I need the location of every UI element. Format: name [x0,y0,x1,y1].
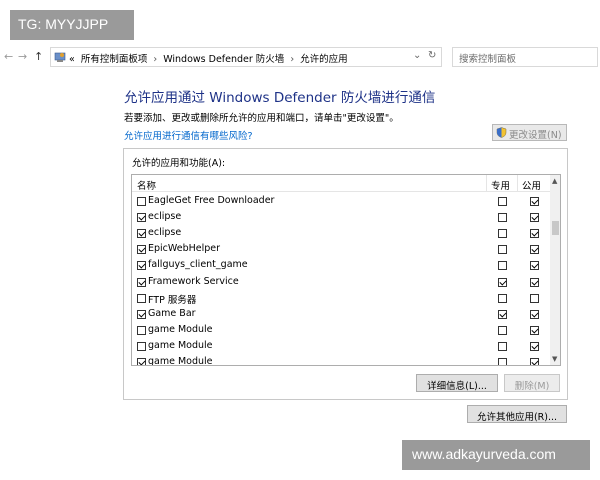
app-name: eclipse [148,211,182,223]
private-network-checkbox[interactable] [498,341,507,351]
search-input[interactable]: 搜索控制面板 [452,47,598,67]
breadcrumb-item-allowed-apps[interactable]: 允许的应用 [300,54,348,65]
remove-button[interactable]: 删除(M) [504,374,560,392]
page-description: 若要添加、更改或删除所允许的应用和端口，请单击"更改设置"。 [124,113,399,124]
change-settings-label: 更改设置(N) [509,130,562,141]
app-enabled-checkbox[interactable] [137,293,146,303]
public-network-checkbox[interactable] [530,197,539,206]
list-item[interactable]: fallguys_client_game [132,258,550,274]
uac-shield-icon [496,127,507,138]
breadcrumb[interactable]: « 所有控制面板项 › Windows Defender 防火墙 › 允许的应用 ⌄… [50,47,442,67]
app-name: EagleGet Free Downloader [148,195,275,206]
scrollbar-thumb[interactable] [552,221,559,235]
private-network-checkbox[interactable] [498,358,507,365]
allowed-apps-label: 允许的应用和功能(A): [132,158,226,169]
private-network-checkbox[interactable] [498,293,507,303]
public-network-checkbox[interactable] [530,245,539,255]
app-enabled-checkbox[interactable] [137,197,146,206]
address-bar: ← → ↑ « 所有控制面板项 › Windows Defender 防火墙 › 允… [0,46,600,70]
private-network-checkbox[interactable] [498,261,507,271]
public-network-checkbox[interactable] [530,325,539,335]
page-title: 允许应用通过 Windows Defender 防火墙进行通信 [124,90,436,106]
breadcrumb-item-control-panel[interactable]: 所有控制面板项 [81,54,148,65]
list-item[interactable]: EpicWebHelper [132,242,550,258]
column-header-public[interactable]: 公用 [522,178,541,192]
allow-other-app-button[interactable]: 允许其他应用(R)... [467,405,567,423]
list-item[interactable]: game Module [132,323,550,339]
list-item[interactable]: game Module [132,339,550,355]
up-arrow-icon[interactable]: ↑ [34,50,43,63]
control-panel-icon [54,52,66,62]
public-network-checkbox[interactable] [530,358,539,365]
list-header: 名称 专用 公用 [132,175,550,192]
back-arrow-icon[interactable]: ← [4,50,13,63]
app-name: FTP 服务器 [148,294,197,306]
column-header-name[interactable]: 名称 [137,178,156,192]
app-name: game Module [148,323,213,335]
private-network-checkbox[interactable] [498,229,507,239]
scroll-up-arrow-icon[interactable]: ▲ [552,177,557,185]
change-settings-button[interactable]: 更改设置(N) [492,124,567,141]
public-network-checkbox[interactable] [530,229,539,239]
app-name: fallguys_client_game [148,259,248,271]
app-name: eclipse [148,227,182,239]
app-enabled-checkbox[interactable] [137,309,146,319]
app-enabled-checkbox[interactable] [137,277,146,287]
list-item[interactable]: Game Bar [132,307,550,323]
app-name: Framework Service [148,275,239,287]
app-enabled-checkbox[interactable] [137,325,146,335]
app-name: EpicWebHelper [148,243,221,255]
app-enabled-checkbox[interactable] [137,341,146,351]
watermark-top-left: TG: MYYJJPP [10,10,134,40]
chevron-down-icon[interactable]: ⌄ [413,50,421,61]
public-network-checkbox[interactable] [530,293,539,303]
forward-arrow-icon[interactable]: → [18,50,27,63]
public-network-checkbox[interactable] [530,277,539,287]
app-name: game Module [148,356,213,366]
list-item[interactable]: EagleGet Free Downloader [132,194,550,210]
public-network-checkbox[interactable] [530,261,539,271]
app-enabled-checkbox[interactable] [137,229,146,239]
breadcrumb-overflow[interactable]: « [69,54,75,65]
private-network-checkbox[interactable] [498,325,507,335]
allowed-apps-panel: 允许的应用和功能(A): 名称 专用 公用 EagleGet Free Down… [123,148,568,400]
breadcrumb-item-firewall[interactable]: Windows Defender 防火墙 [163,54,284,65]
private-network-checkbox[interactable] [498,309,507,319]
app-enabled-checkbox[interactable] [137,261,146,271]
public-network-checkbox[interactable] [530,213,539,223]
private-network-checkbox[interactable] [498,197,507,206]
app-name: game Module [148,339,213,351]
app-name: Game Bar [148,307,196,319]
app-enabled-checkbox[interactable] [137,213,146,223]
private-network-checkbox[interactable] [498,245,507,255]
details-button[interactable]: 详细信息(L)... [416,374,498,392]
scroll-down-arrow-icon[interactable]: ▼ [552,355,557,363]
list-item[interactable]: Framework Service [132,275,550,291]
list-item[interactable]: game Module [132,355,550,366]
app-enabled-checkbox[interactable] [137,358,146,365]
list-item[interactable]: eclipse [132,210,550,226]
list-scrollbar[interactable]: ▲ ▼ [550,175,560,365]
refresh-icon[interactable]: ↻ [428,50,436,61]
watermark-bottom-right: www.adkayurveda.com [402,440,590,470]
private-network-checkbox[interactable] [498,213,507,223]
app-enabled-checkbox[interactable] [137,245,146,255]
public-network-checkbox[interactable] [530,341,539,351]
risk-info-link[interactable]: 允许应用进行通信有哪些风险? [124,128,253,142]
list-item[interactable]: eclipse [132,226,550,242]
private-network-checkbox[interactable] [498,277,507,287]
list-item[interactable]: FTP 服务器 [132,291,550,307]
public-network-checkbox[interactable] [530,309,539,319]
allowed-apps-list[interactable]: 名称 专用 公用 EagleGet Free Downloader eclipse… [131,174,561,366]
column-header-private[interactable]: 专用 [491,178,510,192]
